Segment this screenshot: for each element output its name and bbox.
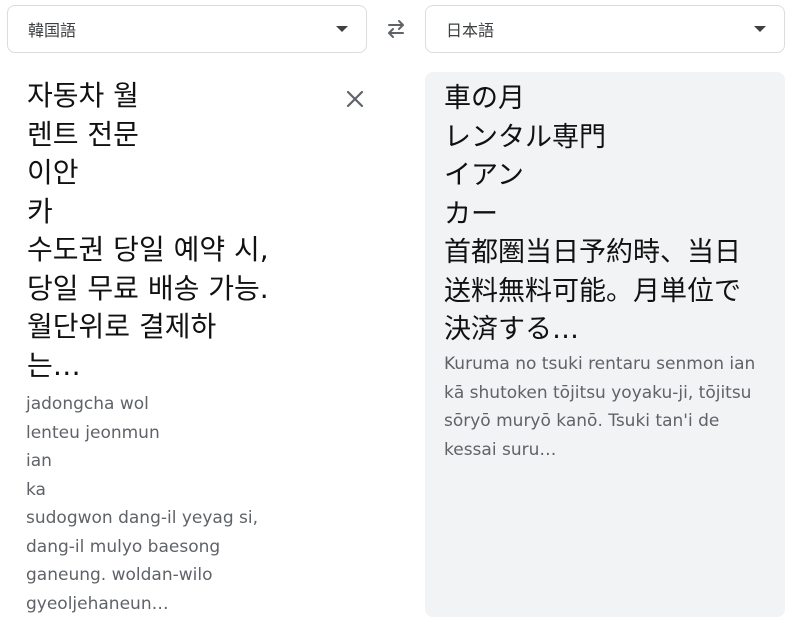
swap-languages-button[interactable] xyxy=(382,16,410,42)
chevron-down-icon xyxy=(754,26,766,32)
swap-arrows-icon xyxy=(388,20,404,38)
source-language-label: 韓国語 xyxy=(28,21,77,40)
translation-output: 車の月 レンタル専門 イアン カー 首都圏当日予約時、当日 送料無料可能。月単位… xyxy=(444,83,741,345)
target-language-label: 日本語 xyxy=(446,21,495,40)
source-panel: 자동차 월 렌트 전문 이안 카 수도권 당일 예약 시, 당일 무료 배송 가… xyxy=(7,72,369,614)
close-icon xyxy=(346,90,364,108)
source-romanization: jadongcha wol lenteu jeonmun ian ka sudo… xyxy=(26,394,259,614)
source-language-selector[interactable]: 韓国語 xyxy=(7,5,367,53)
translation-panel: 車の月 レンタル専門 イアン カー 首都圏当日予約時、当日 送料無料可能。月単位… xyxy=(425,72,785,617)
target-language-selector[interactable]: 日本語 xyxy=(425,5,785,53)
translation-romanization: Kuruma no tsuki rentaru senmon ian kā sh… xyxy=(444,354,756,460)
clear-source-button[interactable] xyxy=(341,85,369,113)
source-text-input[interactable]: 자동차 월 렌트 전문 이안 카 수도권 당일 예약 시, 당일 무료 배송 가… xyxy=(27,77,327,385)
chevron-down-icon xyxy=(336,26,348,32)
